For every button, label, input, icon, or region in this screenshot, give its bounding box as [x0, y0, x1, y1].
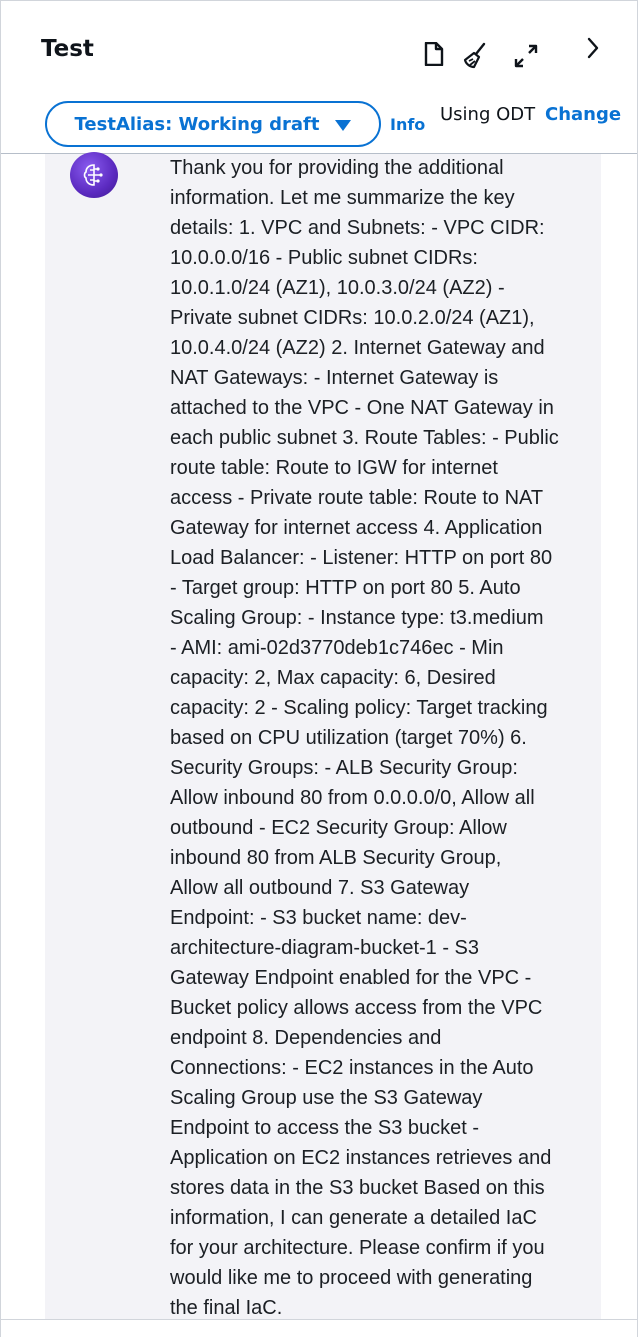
caret-down-icon [335, 119, 352, 131]
change-model-link[interactable]: Change [545, 104, 621, 125]
model-label: Using ODT [440, 104, 536, 125]
document-icon[interactable] [421, 39, 447, 69]
clear-brush-icon[interactable] [461, 41, 489, 71]
chevron-right-icon[interactable] [579, 33, 607, 63]
test-panel: Test TestAlias: Working draft Info Using… [0, 0, 638, 1337]
bottom-divider [1, 1319, 637, 1320]
info-link[interactable]: Info [390, 115, 425, 134]
agent-avatar [70, 152, 118, 198]
alias-select-label: TestAlias: Working draft [74, 113, 320, 135]
panel-title: Test [41, 36, 94, 62]
agent-brain-icon [83, 164, 103, 186]
expand-icon[interactable] [511, 41, 541, 71]
alias-select[interactable]: TestAlias: Working draft [45, 101, 381, 147]
agent-message-text: Thank you for providing the additional i… [170, 157, 559, 1319]
